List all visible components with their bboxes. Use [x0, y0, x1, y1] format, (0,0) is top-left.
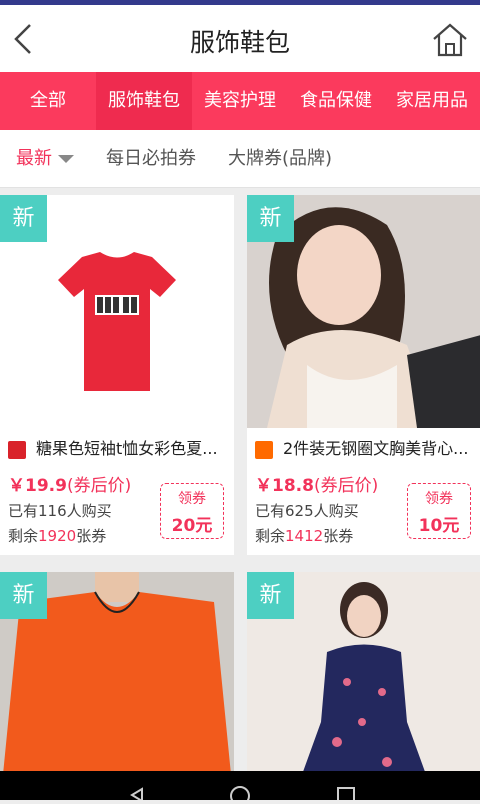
coupon-remaining: 剩余1920张券 — [8, 527, 107, 545]
product-image[interactable]: 新 — [0, 195, 234, 428]
tmall-icon — [8, 440, 26, 459]
product-card[interactable]: 新 — [0, 572, 234, 771]
filter-daily-coupon[interactable]: 每日必拍券 — [106, 130, 196, 188]
coupon-remaining: 剩余1412张券 — [255, 527, 354, 545]
filter-bar: 最新 每日必拍券 大牌券(品牌) — [0, 130, 480, 188]
coupon-value: 20元 — [171, 516, 213, 536]
get-coupon-button[interactable]: 领券 10元 — [407, 483, 471, 539]
coupon-value: 10元 — [418, 516, 460, 536]
product-price: ￥19.9(券后价) — [8, 476, 132, 496]
product-card[interactable]: 新 2件装无钢圈文胸美背心... ￥18.8(券后价) 已有625人购买 剩余1… — [247, 195, 480, 555]
home-icon — [433, 23, 467, 57]
tab-home[interactable]: 家居用品 — [384, 72, 480, 130]
new-badge: 新 — [0, 572, 47, 619]
tab-apparel[interactable]: 服饰鞋包 — [96, 72, 192, 130]
sold-count: 已有625人购买 — [255, 502, 359, 520]
tab-beauty[interactable]: 美容护理 — [192, 72, 288, 130]
product-image[interactable]: 新 — [0, 572, 234, 771]
system-nav-icons — [130, 786, 355, 804]
get-coupon-button[interactable]: 领券 20元 — [160, 483, 224, 539]
tab-all[interactable]: 全部 — [0, 72, 96, 130]
product-image[interactable]: 新 — [247, 572, 480, 771]
page-title: 服饰鞋包 — [189, 28, 290, 57]
coupon-label: 领券 — [178, 491, 206, 507]
product-card[interactable]: 新 — [247, 572, 480, 771]
system-nav-bar — [0, 771, 480, 804]
taobao-icon — [255, 440, 273, 459]
sold-count: 已有116人购买 — [8, 502, 112, 520]
filter-latest-label: 最新 — [16, 148, 52, 169]
caret-down-icon — [58, 155, 74, 163]
product-price: ￥18.8(券后价) — [255, 476, 379, 496]
new-badge: 新 — [247, 195, 294, 242]
tab-food[interactable]: 食品保健 — [288, 72, 384, 130]
top-header: 服饰鞋包 — [0, 5, 480, 72]
home-button[interactable] — [430, 17, 470, 61]
product-card[interactable]: 新 糖果色短袖t恤女彩色夏... ￥19.9(券后价) 已有116人购买 剩余1… — [0, 195, 234, 555]
filter-latest[interactable]: 最新 — [16, 130, 74, 188]
product-name-row: 糖果色短袖t恤女彩色夏... — [8, 435, 230, 461]
new-badge: 新 — [247, 572, 294, 619]
new-badge: 新 — [0, 195, 47, 242]
filter-brand-coupon[interactable]: 大牌券(品牌) — [228, 130, 332, 188]
category-tabs: 全部 服饰鞋包 美容护理 食品保健 家居用品 — [0, 72, 480, 130]
product-name: 糖果色短袖t恤女彩色夏... — [36, 439, 218, 458]
product-name-row: 2件装无钢圈文胸美背心... — [255, 435, 477, 461]
product-name: 2件装无钢圈文胸美背心... — [283, 439, 469, 458]
coupon-label: 领券 — [425, 491, 453, 507]
product-image[interactable]: 新 — [247, 195, 480, 428]
